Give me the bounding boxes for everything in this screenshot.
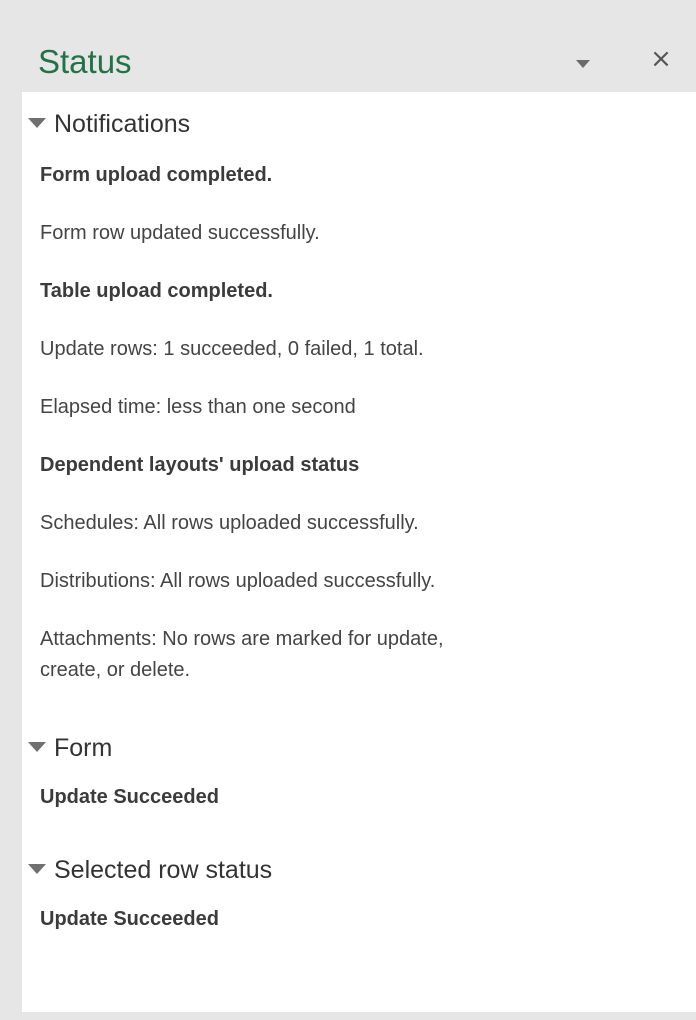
notification-message: Schedules: All rows uploaded successfull… [40, 512, 419, 534]
notification-message: Table upload completed. [40, 280, 273, 302]
pane-title: Status [38, 43, 132, 80]
dropdown-triangle-icon [576, 60, 590, 68]
notification-message: Form upload completed. [40, 164, 273, 186]
notification-message: Distributions: All rows uploaded success… [40, 570, 436, 592]
close-icon[interactable]: × [646, 44, 676, 74]
notification-message: Update rows: 1 succeeded, 0 failed, 1 to… [40, 338, 424, 360]
collapse-arrow-icon[interactable] [28, 118, 46, 128]
section-label: Selected row status [54, 856, 273, 884]
status-content: Notifications Form upload completed. For… [22, 92, 696, 1012]
pane-options-button[interactable] [568, 50, 596, 78]
form-status-message: Update Succeeded [40, 786, 219, 808]
notification-message: Attachments: No rows are marked for upda… [40, 628, 444, 681]
section-label: Notifications [54, 110, 191, 138]
pane-header: Status × [8, 8, 696, 92]
collapse-arrow-icon[interactable] [28, 864, 46, 874]
section-label: Form [54, 734, 113, 762]
status-pane: Status × Notifications Form upload compl… [8, 8, 696, 1012]
collapse-arrow-icon[interactable] [28, 742, 46, 752]
notification-message: Dependent layouts' upload status [40, 454, 360, 476]
notification-message: Elapsed time: less than one second [40, 396, 356, 418]
notification-message: Form row updated successfully. [40, 222, 320, 244]
selected-row-status-message: Update Succeeded [40, 908, 219, 930]
